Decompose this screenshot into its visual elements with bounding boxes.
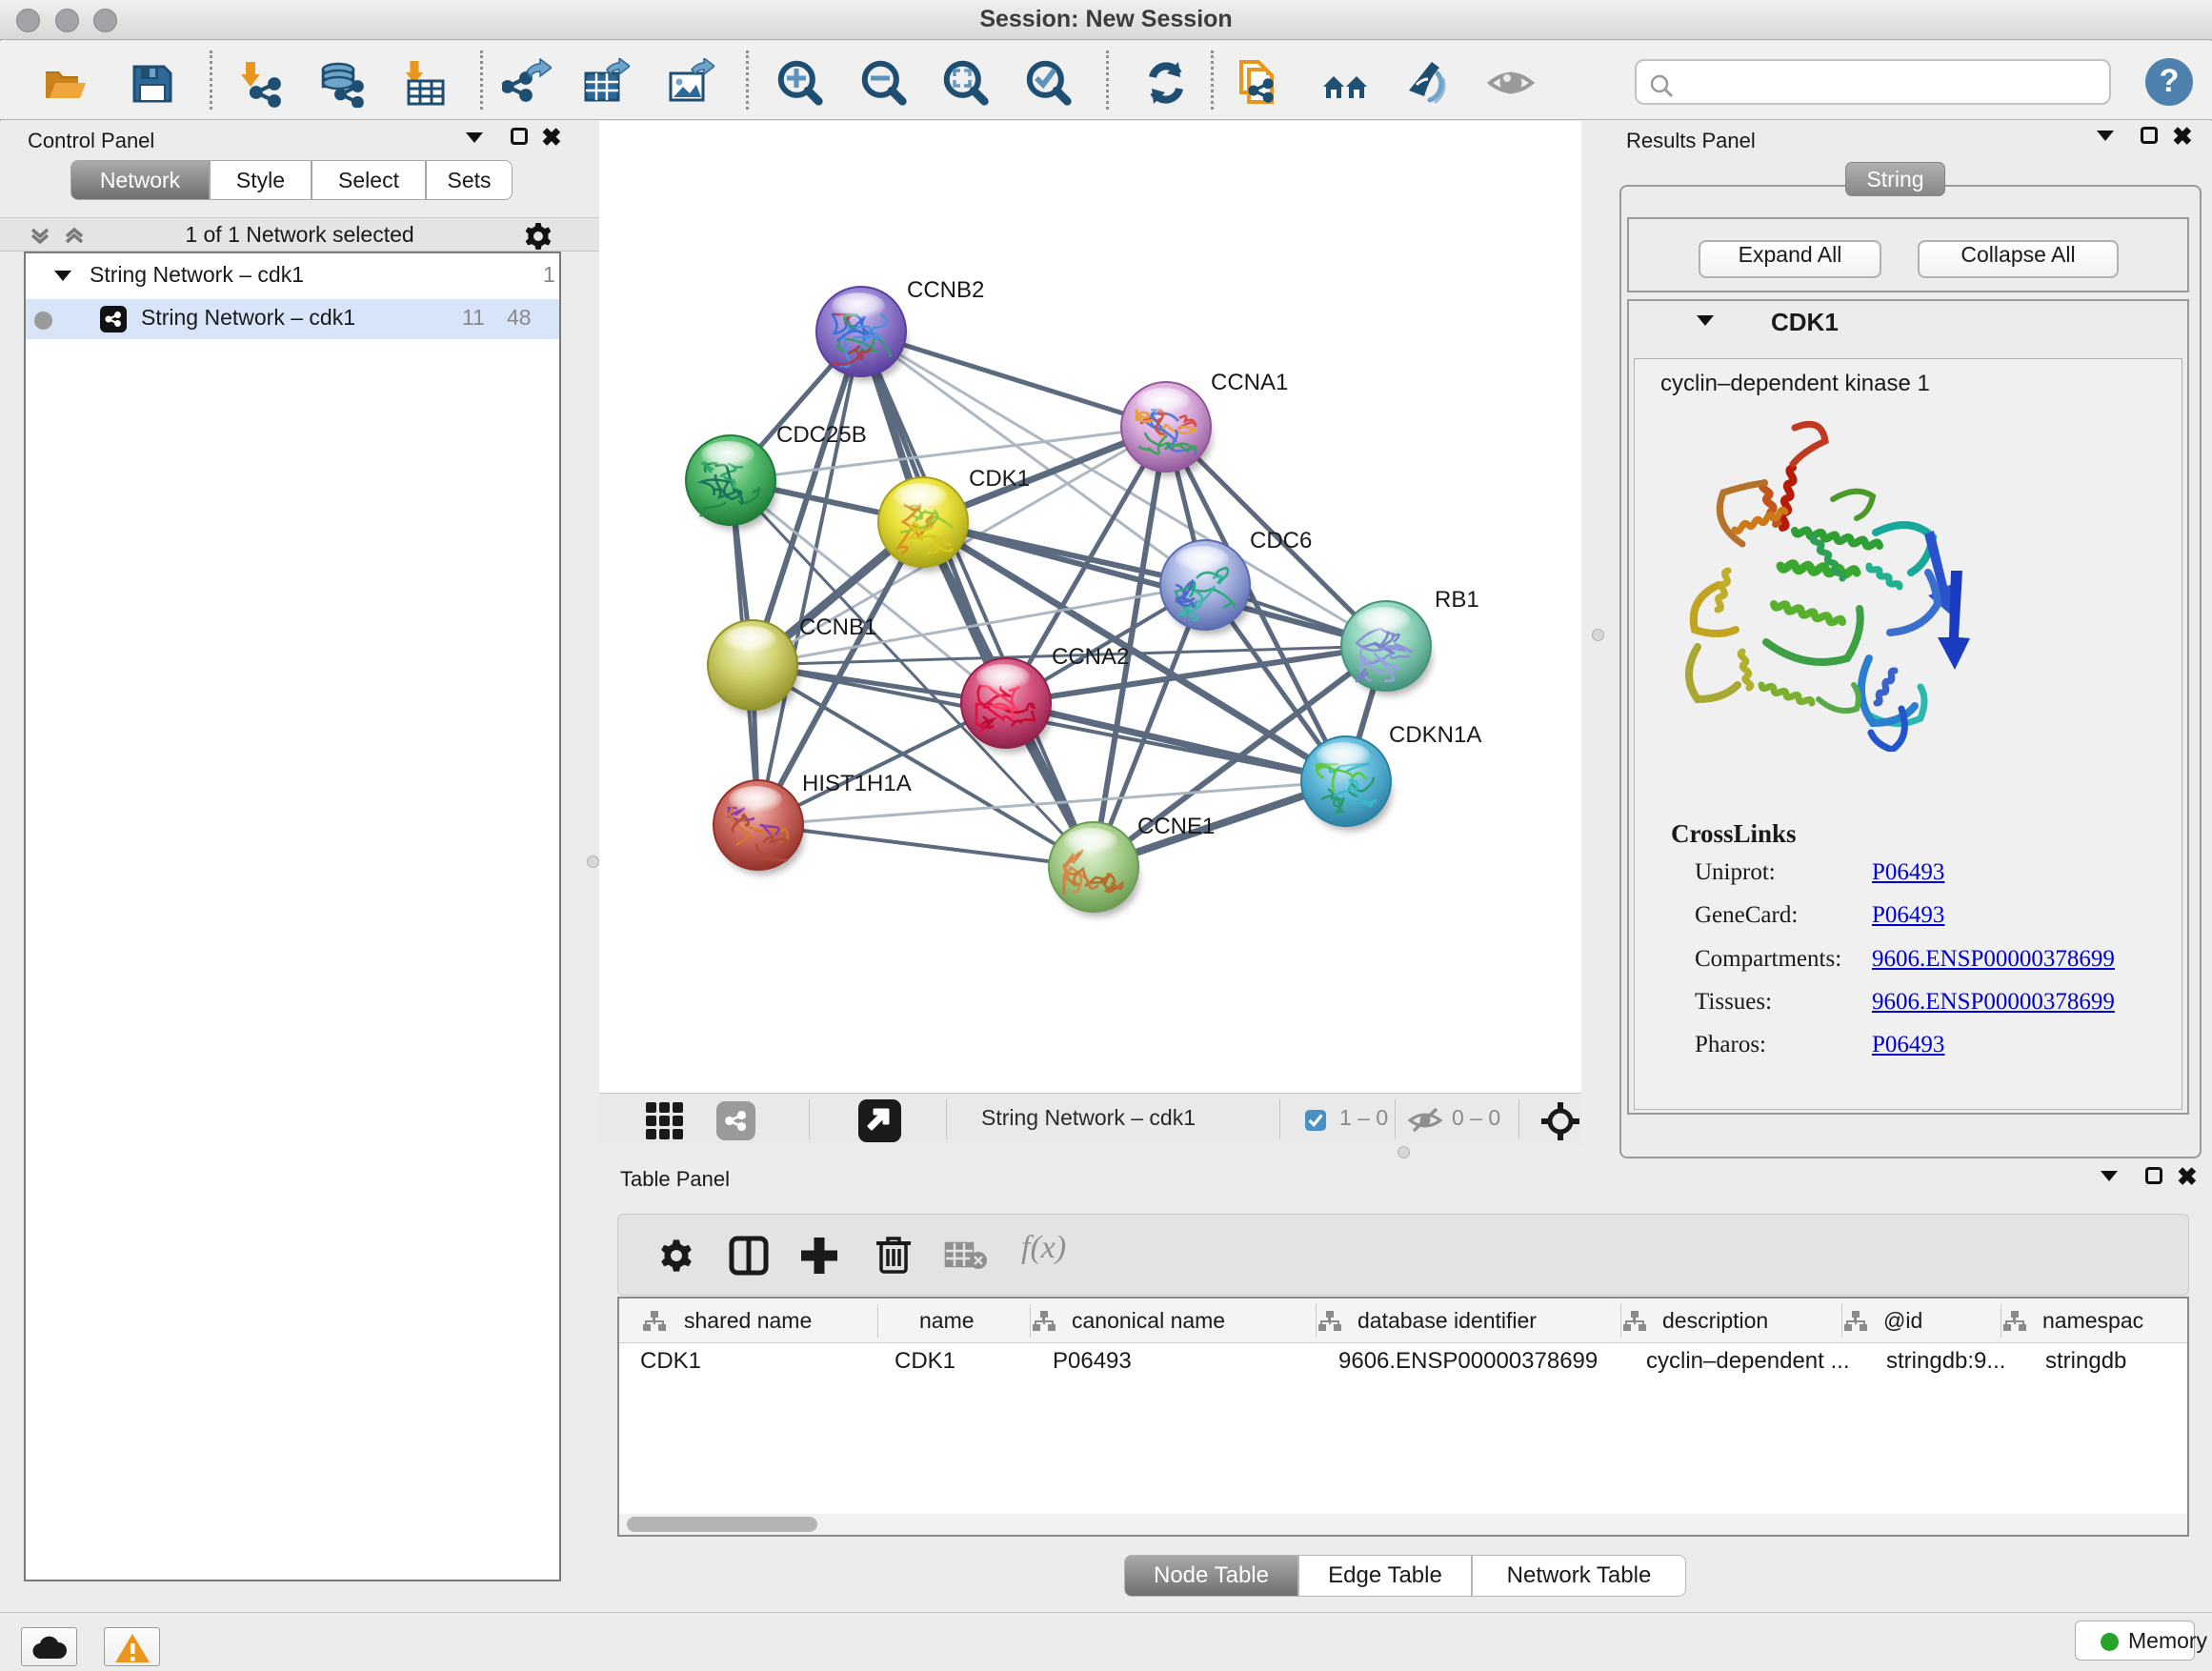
svg-text:CCNB1: CCNB1: [799, 614, 876, 640]
svg-text:CDKN1A: CDKN1A: [1389, 722, 1481, 748]
svg-text:HIST1H1A: HIST1H1A: [802, 771, 912, 796]
svg-text:RB1: RB1: [1435, 587, 1479, 613]
svg-text:CCNA2: CCNA2: [1052, 644, 1129, 670]
svg-text:CDC6: CDC6: [1250, 528, 1312, 554]
svg-text:CCNA1: CCNA1: [1211, 370, 1288, 395]
svg-text:CCNE1: CCNE1: [1137, 814, 1215, 839]
svg-text:CDC25B: CDC25B: [776, 422, 867, 448]
svg-text:CDK1: CDK1: [969, 466, 1030, 492]
svg-text:CCNB2: CCNB2: [907, 277, 984, 303]
